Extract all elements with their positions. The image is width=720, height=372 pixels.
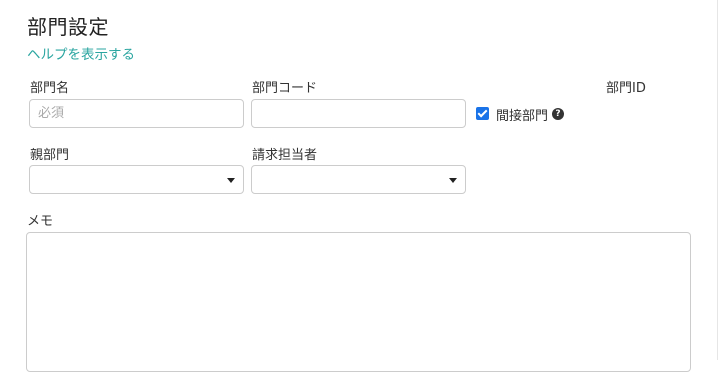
- department-name-label: 部門名: [30, 81, 70, 96]
- indirect-department-label[interactable]: 間接部門: [496, 105, 548, 124]
- memo-label: メモ: [27, 214, 54, 229]
- department-code-input[interactable]: [251, 99, 466, 128]
- parent-department-select[interactable]: [29, 165, 244, 194]
- caret-down-icon: [449, 178, 457, 183]
- caret-down-icon: [227, 178, 235, 183]
- billing-person-select[interactable]: [251, 165, 466, 194]
- help-link[interactable]: ヘルプを表示する: [27, 43, 135, 63]
- question-circle-icon[interactable]: ?: [552, 108, 564, 120]
- page-title: 部門設定: [27, 15, 109, 39]
- department-code-label: 部門コード: [252, 81, 318, 96]
- department-id-label: 部門ID: [606, 81, 646, 96]
- parent-department-label: 親部門: [30, 148, 70, 163]
- billing-person-label: 請求担当者: [252, 148, 318, 163]
- indirect-department-checkbox[interactable]: [476, 107, 489, 120]
- scroll-edge-divider: [717, 0, 718, 360]
- memo-textarea[interactable]: [26, 232, 691, 372]
- department-name-input[interactable]: [29, 99, 244, 128]
